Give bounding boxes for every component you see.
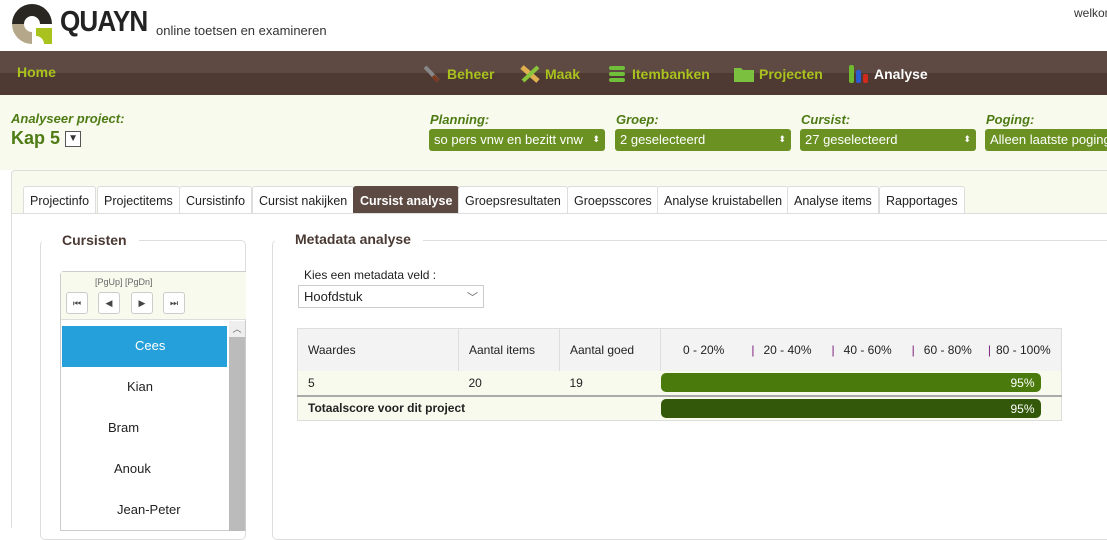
tab-projectitems[interactable]: Projectitems: [97, 186, 180, 214]
metadata-field-select[interactable]: Hoofdstuk ﹀: [298, 285, 484, 308]
next-page-button[interactable]: ▶: [131, 292, 153, 314]
range-label: 40 - 60%: [843, 342, 892, 357]
nav-itembanken[interactable]: Itembanken: [606, 64, 710, 84]
cell-goed: 19: [569, 375, 583, 390]
planning-value: so pers vnw en bezitt vnw: [434, 132, 583, 147]
total-label: Totaalscore voor dit project: [308, 401, 466, 416]
tab-cursistinfo[interactable]: Cursistinfo: [179, 186, 253, 214]
poging-label: Poging:: [986, 112, 1035, 127]
first-page-button[interactable]: ⏮: [66, 292, 88, 314]
project-title: Kap 5 ▼: [11, 128, 82, 149]
metadata-field-label: Kies een metadata veld :: [304, 268, 437, 282]
pager-hint: [PgUp] [PgDn]: [95, 277, 153, 287]
cursist-value: 27 geselecteerd: [805, 132, 898, 147]
list-item[interactable]: Bram: [108, 420, 139, 435]
prev-page-button[interactable]: ◀: [98, 292, 120, 314]
list-item[interactable]: Anouk: [114, 461, 151, 476]
header: QUAYN online toetsen en examineren welko…: [0, 0, 1107, 51]
planning-select[interactable]: so pers vnw en bezitt vnw ⬍: [429, 129, 605, 151]
groep-value: 2 geselecteerd: [620, 132, 706, 147]
chevron-down-icon: ﹀: [467, 292, 478, 304]
tab-projectinfo[interactable]: Projectinfo: [23, 186, 97, 214]
range-label: 60 - 80%: [923, 342, 972, 357]
groep-label: Groep:: [616, 112, 659, 127]
nav-beheer[interactable]: Beheer: [421, 64, 494, 84]
nav-label: Analyse: [874, 66, 928, 82]
planning-label: Planning:: [430, 112, 490, 127]
nav-label: Beheer: [447, 66, 495, 82]
table-row: 5 20 19 95%: [297, 370, 1062, 396]
quayn-logo-icon: [12, 4, 52, 44]
poging-value: Alleen laatste poging: [990, 132, 1107, 147]
welcome-text: welkom: [1074, 6, 1107, 20]
tab-groepsresultaten[interactable]: Groepsresultaten: [458, 186, 568, 214]
metadata-title: Metadata analyse: [275, 231, 423, 247]
bar-chart-icon: [849, 65, 868, 83]
main-nav: Home Beheer Maak Itembanken Projecten An…: [0, 51, 1107, 95]
metadata-table: Waardes Aantal items Aantal goed 0 - 20%…: [297, 328, 1062, 421]
tab-groepsscores[interactable]: Groepsscores: [567, 186, 659, 214]
nav-home[interactable]: Home: [17, 64, 56, 80]
tab-cursist-analyse[interactable]: Cursist analyse: [353, 186, 460, 214]
range-label: 20 - 40%: [763, 342, 812, 357]
tab-analyse-kruistabellen[interactable]: Analyse kruistabellen: [657, 186, 790, 214]
col-aantal-goed: Aantal goed: [559, 328, 661, 371]
total-score-bar: 95%: [660, 398, 1041, 418]
last-page-button[interactable]: ⏭: [163, 292, 185, 314]
table-header: Waardes Aantal items Aantal goed 0 - 20%…: [297, 328, 1062, 371]
nav-projecten[interactable]: Projecten: [733, 64, 823, 84]
select-arrows-icon: ⬍: [592, 134, 600, 144]
scrollbar[interactable]: [229, 321, 245, 531]
cursist-select[interactable]: 27 geselecteerd ⬍: [800, 129, 976, 151]
cursisten-title: Cursisten: [42, 232, 139, 248]
tab-cursist-nakijken[interactable]: Cursist nakijken: [252, 186, 355, 214]
total-row: Totaalscore voor dit project 95%: [297, 395, 1062, 421]
cursist-label: Cursist:: [801, 112, 851, 127]
score-bar: 95%: [660, 373, 1041, 392]
nav-analyse[interactable]: Analyse: [848, 64, 928, 84]
tab-rapportages[interactable]: Rapportages: [879, 186, 965, 214]
tab-analyse-items[interactable]: Analyse items: [787, 186, 879, 214]
cell-waarde: 5: [308, 375, 315, 390]
folder-icon: [734, 68, 754, 82]
nav-label: Itembanken: [632, 66, 710, 82]
tagline: online toetsen en examineren: [156, 23, 327, 38]
col-ranges: 0 - 20% | 20 - 40% | 40 - 60% | 60 - 80% | 80 - …: [683, 342, 1051, 357]
filter-funnel-icon[interactable]: ▼: [65, 130, 82, 147]
select-arrows-icon: ⬍: [963, 134, 971, 144]
pager-bar: [61, 272, 246, 320]
nav-maak[interactable]: Maak: [519, 64, 580, 84]
metadata-field-value: Hoofdstuk: [304, 289, 363, 304]
project-name: Kap 5: [11, 128, 61, 148]
range-label: 0 - 20%: [683, 342, 725, 357]
brand-name: QUAYN: [60, 6, 148, 38]
wrench-icon: [423, 65, 440, 83]
scroll-up-icon[interactable]: ︿: [229, 321, 245, 337]
col-aantal-items: Aantal items: [458, 328, 560, 371]
nav-label: Maak: [545, 66, 581, 82]
list-item[interactable]: Jean-Peter: [117, 502, 181, 517]
pencil-ruler-icon: [520, 65, 540, 83]
project-label: Analyseer project:: [11, 111, 125, 126]
groep-select[interactable]: 2 geselecteerd ⬍: [615, 129, 791, 151]
nav-label: Projecten: [759, 66, 823, 82]
database-icon: [609, 66, 625, 82]
select-arrows-icon: ⬍: [778, 134, 786, 144]
list-item[interactable]: Kian: [127, 379, 153, 394]
list-item[interactable]: Cees: [135, 338, 165, 353]
range-label: 80 - 100%: [995, 342, 1051, 357]
col-waardes: Waardes: [297, 328, 459, 371]
poging-select[interactable]: Alleen laatste poging: [985, 129, 1107, 151]
cell-items: 20: [468, 375, 482, 390]
